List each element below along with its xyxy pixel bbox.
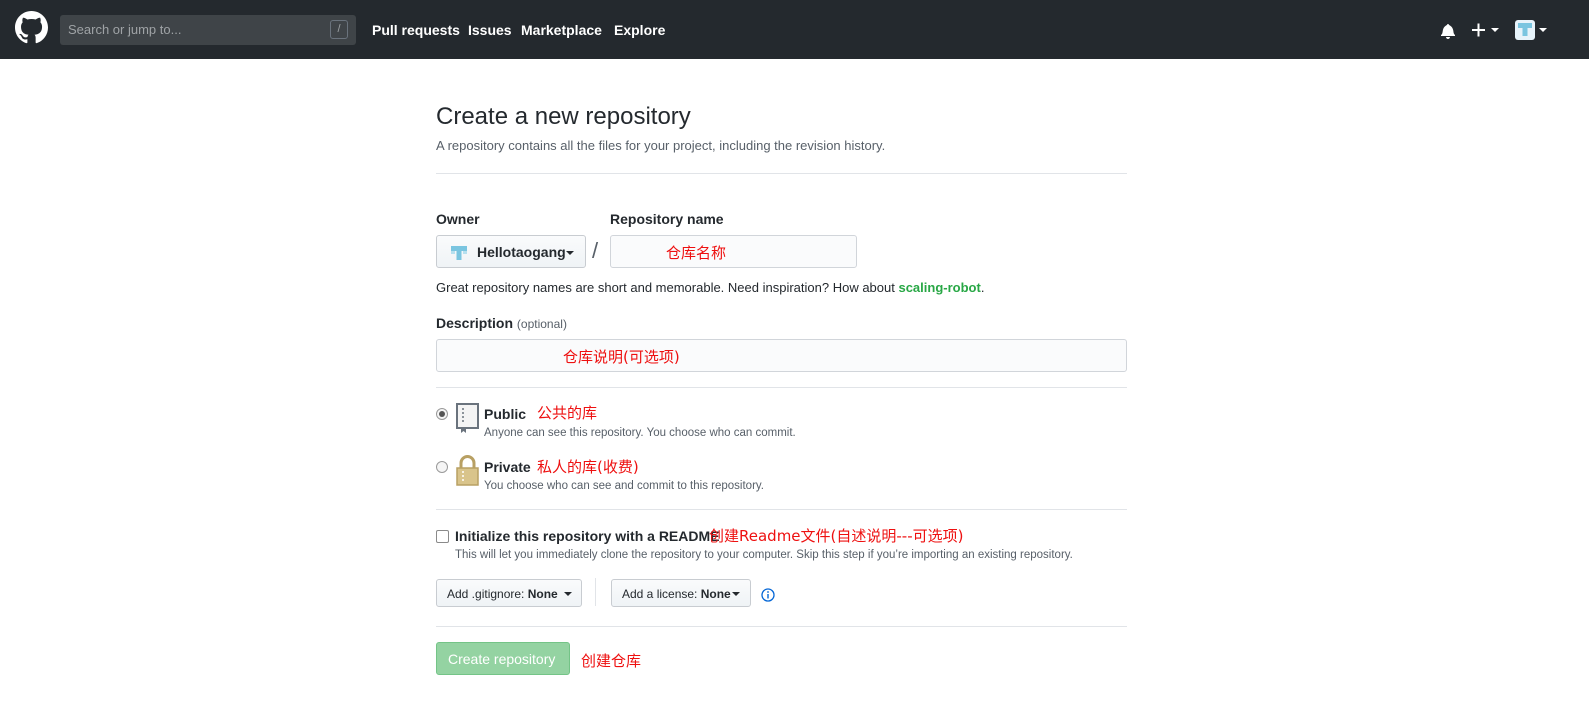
divider (436, 509, 1127, 510)
owner-label: Owner (436, 211, 480, 227)
divider (436, 387, 1127, 388)
gitignore-select-button[interactable]: Add .gitignore: None (436, 579, 582, 607)
readme-label[interactable]: Initialize this repository with a README (455, 528, 719, 544)
public-radio[interactable] (436, 408, 448, 420)
info-icon[interactable] (761, 588, 775, 602)
chevron-down-icon (566, 251, 574, 255)
public-label: Public (484, 406, 527, 422)
search-shortcut-hint: / (330, 20, 348, 39)
readme-checkbox[interactable] (436, 530, 449, 543)
name-suggestion-link[interactable]: scaling-robot (898, 280, 980, 295)
top-navbar: Search or jump to... / Pull requests Iss… (0, 0, 1589, 59)
owner-name: Hellotaogang (477, 244, 566, 260)
nav-marketplace[interactable]: Marketplace (521, 22, 602, 38)
annotation-readme: 创建Readme文件(自述说明---可选项) (709, 527, 964, 545)
license-select-button[interactable]: Add a license: None (611, 579, 751, 607)
create-repository-button[interactable]: Create repository (436, 642, 570, 675)
avatar-dropdown-caret-icon[interactable] (1539, 28, 1547, 32)
create-new-plus-icon[interactable] (1472, 20, 1502, 40)
page-title: Create a new repository (436, 103, 691, 130)
owner-identicon-icon (451, 246, 467, 260)
repo-name-label: Repository name (610, 211, 724, 227)
chevron-down-icon (564, 592, 572, 596)
license-select-label: Add a license: None (622, 587, 731, 601)
repo-book-icon (456, 403, 479, 433)
gitignore-select-label: Add .gitignore: None (447, 587, 558, 601)
button-separator (595, 578, 596, 606)
gitignore-prefix: Add .gitignore: (447, 587, 528, 601)
owner-select-button[interactable]: Hellotaogang (436, 235, 586, 268)
lock-icon (456, 455, 479, 486)
description-label-text: Description (436, 315, 514, 331)
search-placeholder: Search or jump to... (68, 22, 182, 37)
description-input[interactable] (436, 339, 1127, 372)
user-avatar[interactable] (1515, 20, 1535, 40)
repo-name-input[interactable] (610, 235, 857, 268)
readme-note: This will let you immediately clone the … (455, 549, 1073, 561)
chevron-down-icon (732, 592, 740, 596)
hint-suffix: . (980, 280, 985, 295)
page-subtitle: A repository contains all the files for … (436, 138, 886, 153)
public-note: Anyone can see this repository. You choo… (484, 427, 796, 439)
annotation-description: 仓库说明(可选项) (563, 348, 680, 366)
identicon-icon (1518, 23, 1532, 36)
optional-tag: (optional) (516, 317, 567, 331)
nav-explore[interactable]: Explore (614, 22, 665, 38)
annotation-create: 创建仓库 (581, 652, 642, 670)
annotation-public: 公共的库 (537, 404, 598, 422)
private-note: You choose who can see and commit to thi… (484, 480, 764, 492)
license-prefix: Add a license: (622, 587, 701, 601)
divider (436, 173, 1127, 174)
gitignore-value: None (527, 587, 558, 601)
nav-pull-requests[interactable]: Pull requests (372, 22, 460, 38)
annotation-private: 私人的库(收费) (537, 458, 639, 476)
owner-repo-separator: / (592, 238, 599, 263)
license-value: None (700, 587, 731, 601)
search-input[interactable]: Search or jump to... / (60, 15, 356, 45)
description-label: Description (optional) (436, 315, 567, 331)
annotation-repo-name: 仓库名称 (666, 244, 727, 262)
repo-name-hint: Great repository names are short and mem… (436, 280, 984, 295)
private-label: Private (484, 459, 531, 475)
create-repository-label: Create repository (448, 651, 556, 667)
notification-bell-icon[interactable] (1440, 23, 1456, 39)
hint-text: Great repository names are short and mem… (436, 280, 899, 295)
private-radio[interactable] (436, 461, 448, 473)
github-logo-icon[interactable] (15, 11, 48, 44)
divider (436, 626, 1127, 627)
nav-issues[interactable]: Issues (468, 22, 512, 38)
